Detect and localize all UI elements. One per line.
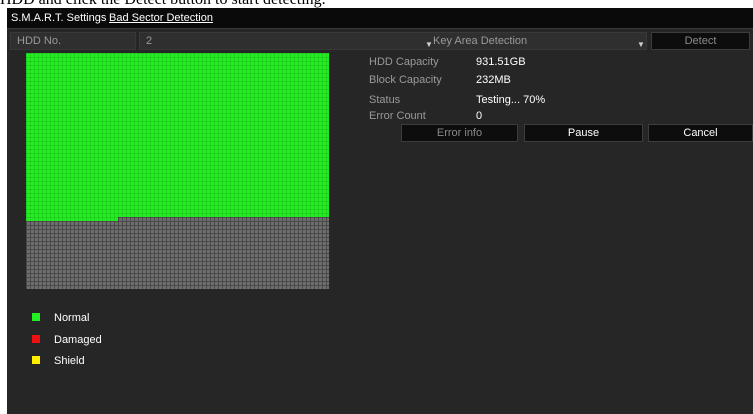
hdd-no-select[interactable]: 2 ▼ Key Area Detection ▼ [139,32,647,50]
hdd-capacity-row: HDD Capacity 931.51GB [363,53,753,71]
error-count-label: Error Count [369,110,426,122]
legend-damaged-label: Damaged [54,334,102,346]
instruction-caption: HDD and click the Detect button to start… [0,0,753,8]
hdd-no-label: HDD No. [10,32,136,50]
tab-bar: S.M.A.R.T. Settings Bad Sector Detection [7,8,753,29]
sector-map-normal-area [26,53,329,217]
chevron-down-icon: ▼ [637,40,645,49]
detect-type-value: Key Area Detection [433,35,528,47]
block-capacity-row: Block Capacity 232MB [363,71,753,89]
bad-sector-detection-panel: S.M.A.R.T. Settings Bad Sector Detection… [7,8,753,414]
chevron-down-icon: ▼ [425,40,433,49]
pause-button[interactable]: Pause [524,124,643,142]
legend-normal-label: Normal [54,312,90,324]
legend-shield: Shield [32,354,85,368]
hdd-capacity-label: HDD Capacity [369,56,439,68]
detection-controls: HDD No. 2 ▼ Key Area Detection ▼ Detect [7,32,753,50]
tab-bad-sector-detection[interactable]: Bad Sector Detection [109,12,213,24]
block-capacity-label: Block Capacity [369,74,442,86]
tab-smart-settings[interactable]: S.M.A.R.T. Settings [11,12,106,24]
legend-shield-label: Shield [54,355,85,367]
error-count-value: 0 [476,110,483,122]
block-capacity-value: 232MB [476,74,511,86]
sector-map-normal-area-partial [26,217,118,221]
hdd-capacity-value: 931.51GB [476,56,526,68]
shield-swatch [32,356,40,365]
cancel-button[interactable]: Cancel [648,124,753,142]
legend-normal: Normal [32,311,89,325]
damaged-swatch [32,335,40,344]
error-count-row: Error Count 0 [363,107,753,125]
legend-damaged: Damaged [32,333,102,347]
error-info-button[interactable]: Error info [401,124,518,142]
sector-map [26,53,329,289]
normal-swatch [32,313,40,322]
detect-button[interactable]: Detect [651,32,750,50]
hdd-no-value: 2 [146,35,153,47]
